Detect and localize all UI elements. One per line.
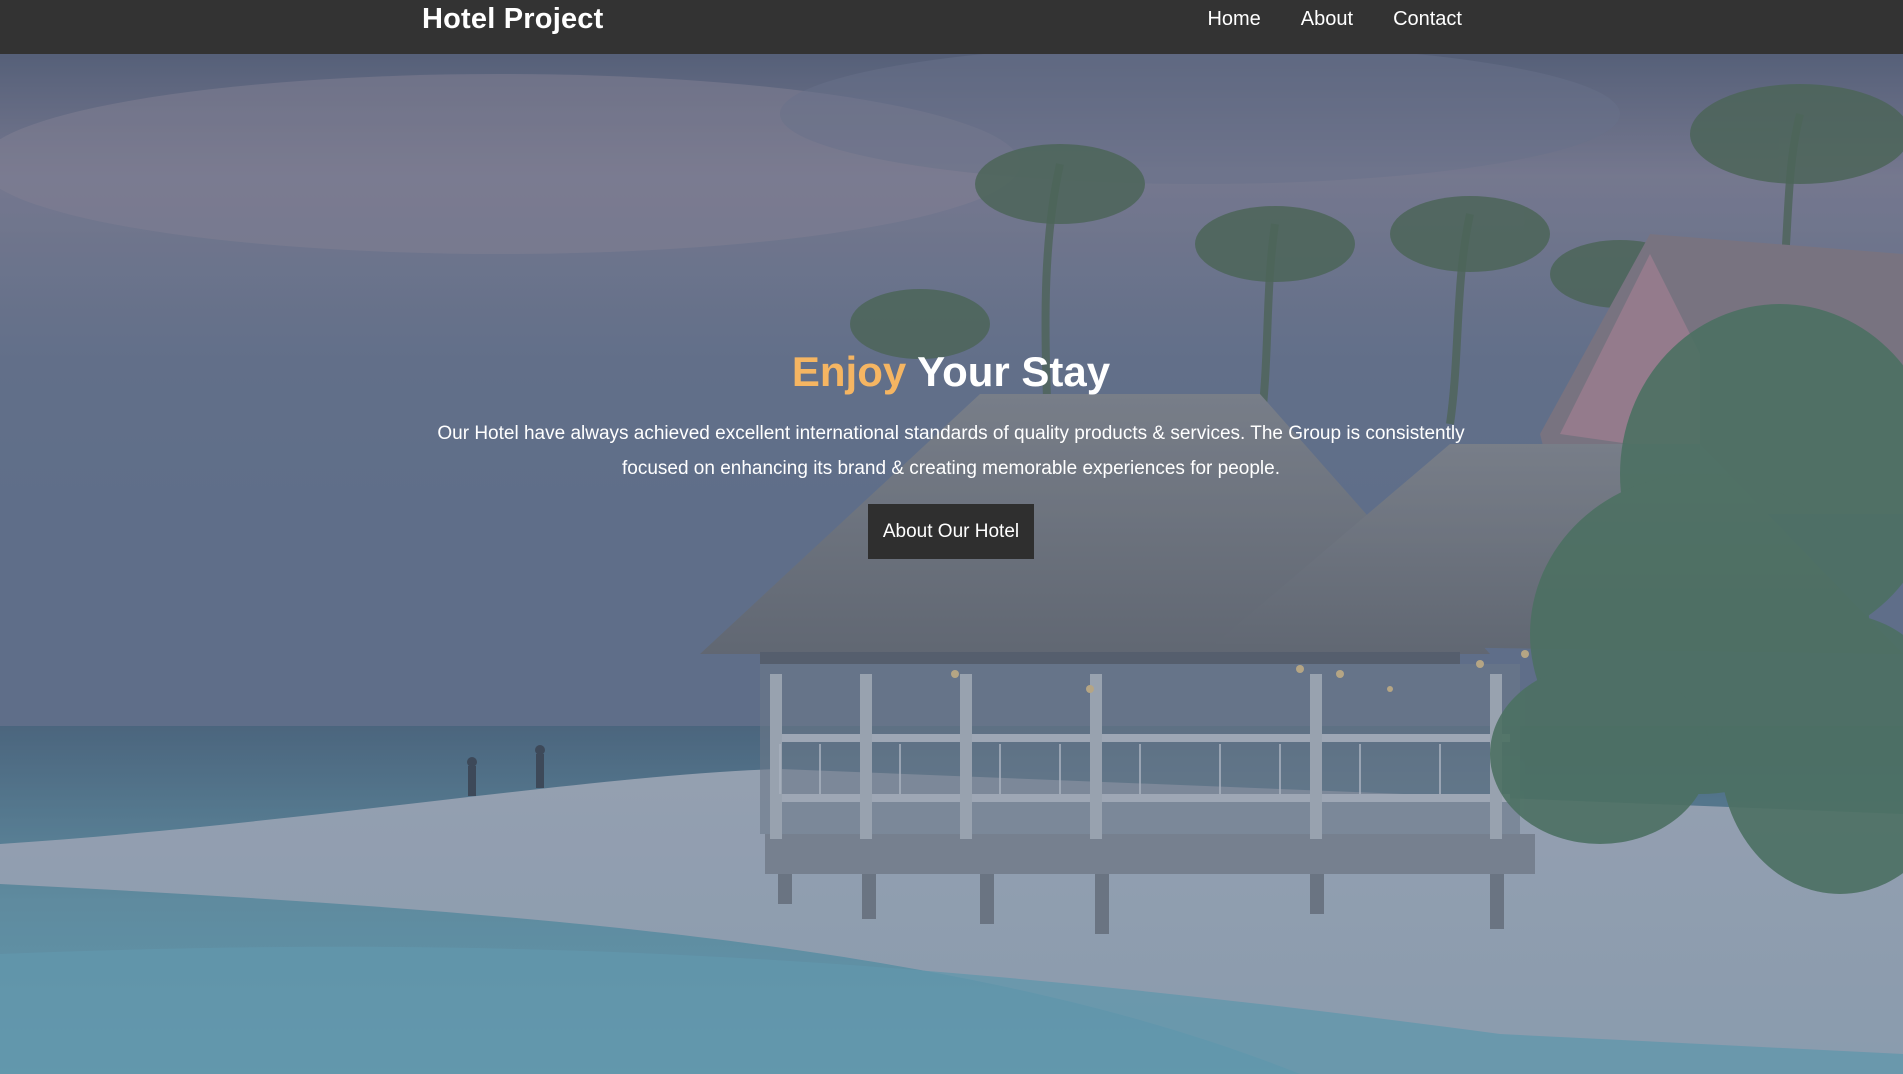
nav-link-contact[interactable]: Contact <box>1393 0 1462 38</box>
brand-logo[interactable]: Hotel Project <box>422 0 603 38</box>
hero-title: Enjoy Your Stay <box>401 342 1501 402</box>
hero-description: Our Hotel have always achieved excellent… <box>437 423 1465 479</box>
hero-title-accent: Enjoy <box>791 348 907 395</box>
nav-link-about[interactable]: About <box>1301 0 1353 38</box>
nav-link-home[interactable]: Home <box>1207 0 1260 38</box>
hero-section: Enjoy Your Stay Our Hotel have always ac… <box>0 54 1903 1074</box>
navbar: Hotel Project Home About Contact <box>0 0 1903 54</box>
hero-overlay <box>0 54 1903 1074</box>
hero-content: Enjoy Your Stay Our Hotel have always ac… <box>401 342 1501 559</box>
about-hotel-button[interactable]: About Our Hotel <box>867 504 1035 559</box>
nav-links: Home About Contact <box>1207 0 1462 38</box>
hero-title-rest: Your Stay <box>917 348 1111 395</box>
